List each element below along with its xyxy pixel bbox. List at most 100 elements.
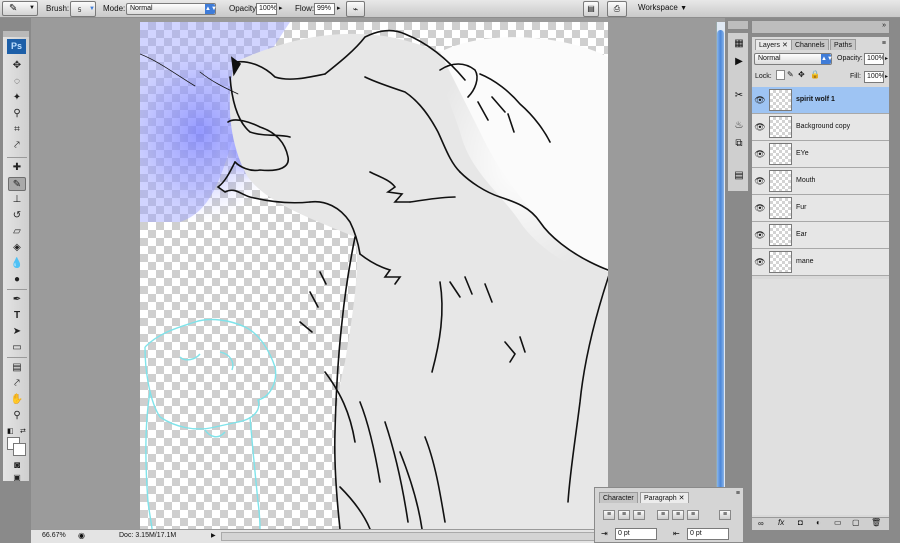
status-arrow-icon[interactable]: ▶ — [211, 532, 216, 539]
horizontal-scrollbar[interactable] — [221, 532, 621, 541]
print-preview-icon[interactable]: ⎙ — [607, 1, 627, 17]
eye-icon[interactable]: 👁 — [754, 201, 766, 215]
background-color-swatch[interactable] — [13, 443, 26, 456]
hand-tool-icon[interactable]: ✋ — [8, 393, 26, 407]
brushes-icon[interactable]: ♨ — [731, 119, 747, 133]
align-left-icon[interactable]: ≡ — [603, 510, 615, 520]
chevron-right-icon[interactable]: ▸ — [337, 4, 341, 12]
eye-icon[interactable]: 👁 — [754, 93, 766, 107]
lasso-tool-icon[interactable]: ◌ — [8, 75, 26, 89]
zoom-tool-icon[interactable]: ⚲ — [8, 409, 26, 423]
canvas[interactable] — [140, 22, 608, 529]
ps-logo[interactable]: Ps — [7, 39, 26, 54]
eye-icon[interactable]: 👁 — [754, 255, 766, 269]
navigator-icon[interactable]: ▦ — [731, 37, 747, 51]
screen-mode-icon[interactable]: ▣ — [8, 471, 26, 485]
layer-row[interactable]: 👁 spirit wolf 1 — [752, 87, 889, 114]
tool-presets-icon[interactable]: ✂ — [731, 89, 747, 103]
history-brush-tool-icon[interactable]: ↺ — [8, 209, 26, 223]
dodge-tool-icon[interactable]: ● — [8, 273, 26, 287]
lock-transparency-icon[interactable] — [776, 70, 785, 80]
eye-icon[interactable]: 👁 — [754, 228, 766, 242]
notes-icon[interactable]: ▤ — [731, 169, 747, 183]
eye-icon[interactable]: 👁 — [754, 147, 766, 161]
chevron-right-icon[interactable]: ▸ — [885, 55, 888, 62]
new-layer-icon[interactable]: ▢ — [852, 518, 860, 527]
justify-right-icon[interactable]: ≡ — [687, 510, 699, 520]
eyedropper-sample-tool-icon[interactable]: ⤤ — [8, 377, 26, 391]
layer-row[interactable]: 👁 mane — [752, 249, 889, 276]
swap-colors-icon[interactable]: ⇄ — [20, 427, 26, 435]
magic-wand-tool-icon[interactable]: ⚲ — [8, 107, 26, 121]
chevron-right-icon[interactable]: ▸ — [279, 4, 283, 12]
path-selection-tool-icon[interactable]: ➤ — [8, 325, 26, 339]
palette-well-icon[interactable]: ▤ — [583, 1, 599, 17]
layer-mask-icon[interactable]: ◘ — [798, 518, 803, 527]
flow-field[interactable]: 99% — [314, 3, 335, 15]
eraser-tool-icon[interactable]: ▱ — [8, 225, 26, 239]
default-colors-icon[interactable]: ◧ — [7, 427, 14, 435]
healing-brush-tool-icon[interactable]: ✚ — [8, 161, 26, 175]
zoom-level[interactable]: 66.67% — [42, 532, 66, 539]
fill-field[interactable]: 100% — [864, 71, 884, 83]
status-menu-icon[interactable]: ◉ — [78, 531, 85, 540]
indent-right-field[interactable]: 0 pt — [687, 528, 729, 540]
layer-row[interactable]: 👁 Background copy — [752, 114, 889, 141]
paint-bucket-tool-icon[interactable]: ◈ — [8, 241, 26, 255]
scrollbar-thumb[interactable] — [717, 30, 724, 500]
tab-paths[interactable]: Paths — [830, 39, 856, 50]
eye-icon[interactable]: 👁 — [754, 120, 766, 134]
brush-tool-icon[interactable]: ✎ — [8, 177, 26, 191]
layer-row[interactable]: 👁 EYe — [752, 141, 889, 168]
notes-tool-icon[interactable]: ▤ — [8, 361, 26, 375]
justify-all-icon[interactable]: ≡ — [719, 510, 731, 520]
clone-source-icon[interactable]: ⧉ — [731, 137, 747, 151]
rectangle-tool-icon[interactable]: ▭ — [8, 341, 26, 355]
chevron-right-icon[interactable]: ▸ — [885, 73, 888, 80]
pen-tool-icon[interactable]: ✒ — [8, 293, 26, 307]
tab-paragraph[interactable]: Paragraph ✕ — [640, 492, 689, 503]
move-tool-icon[interactable]: ✥ — [8, 59, 26, 73]
adjustment-layer-icon[interactable]: ◐ — [816, 518, 821, 527]
lock-position-icon[interactable]: ✥ — [798, 70, 805, 79]
actions-icon[interactable]: ▶ — [731, 55, 747, 69]
delete-layer-icon[interactable]: 🗑 — [871, 518, 881, 527]
quick-selection-tool-icon[interactable]: ✦ — [8, 91, 26, 105]
layer-row[interactable]: 👁 Fur — [752, 195, 889, 222]
panel-menu-icon[interactable]: ≡ — [736, 490, 740, 497]
lock-pixels-icon[interactable]: ✎ — [787, 70, 794, 79]
link-layers-icon[interactable]: ∞ — [758, 519, 764, 528]
layers-panel-header[interactable]: » — [751, 20, 890, 34]
align-center-icon[interactable]: ≡ — [618, 510, 630, 520]
layer-row[interactable]: 👁 Mouth — [752, 168, 889, 195]
panel-collapse-strip[interactable] — [727, 20, 749, 30]
eyedropper-tool-icon[interactable]: ⤤ — [8, 139, 26, 153]
layer-row[interactable]: 👁 Ear — [752, 222, 889, 249]
blur-tool-icon[interactable]: 💧 — [8, 257, 26, 271]
brush-picker[interactable]: 5 ▼ — [70, 1, 96, 17]
blend-mode-select[interactable]: Normal ▲▼ — [754, 53, 833, 65]
toolbox-grip[interactable] — [3, 31, 29, 37]
collapse-icon[interactable]: » — [882, 22, 886, 29]
crop-tool-icon[interactable]: ⌗ — [8, 123, 26, 137]
eye-icon[interactable]: 👁 — [754, 174, 766, 188]
opacity-field[interactable]: 100% — [256, 3, 277, 15]
tab-character[interactable]: Character — [599, 492, 638, 503]
workspace-menu[interactable]: Workspace ▼ — [638, 3, 687, 12]
panel-menu-icon[interactable]: ≡ — [882, 40, 886, 47]
tab-layers[interactable]: Layers ✕ — [755, 39, 792, 50]
align-right-icon[interactable]: ≡ — [633, 510, 645, 520]
indent-left-field[interactable]: 0 pt — [615, 528, 657, 540]
type-tool-icon[interactable]: T — [8, 309, 26, 323]
clone-stamp-tool-icon[interactable]: ⊥ — [8, 193, 26, 207]
justify-left-icon[interactable]: ≡ — [657, 510, 669, 520]
tool-preset-picker[interactable]: ✎ ▼ — [2, 1, 38, 16]
mode-select[interactable]: Normal ▲▼ — [126, 3, 217, 15]
lock-all-icon[interactable]: 🔒 — [810, 70, 820, 79]
tab-channels[interactable]: Channels — [791, 39, 829, 50]
justify-center-icon[interactable]: ≡ — [672, 510, 684, 520]
layer-style-icon[interactable]: fx — [778, 518, 784, 527]
layer-opacity-field[interactable]: 100% — [864, 53, 884, 65]
new-group-icon[interactable]: ▭ — [834, 518, 842, 527]
airbrush-toggle-icon[interactable]: ⌁ — [346, 1, 365, 17]
